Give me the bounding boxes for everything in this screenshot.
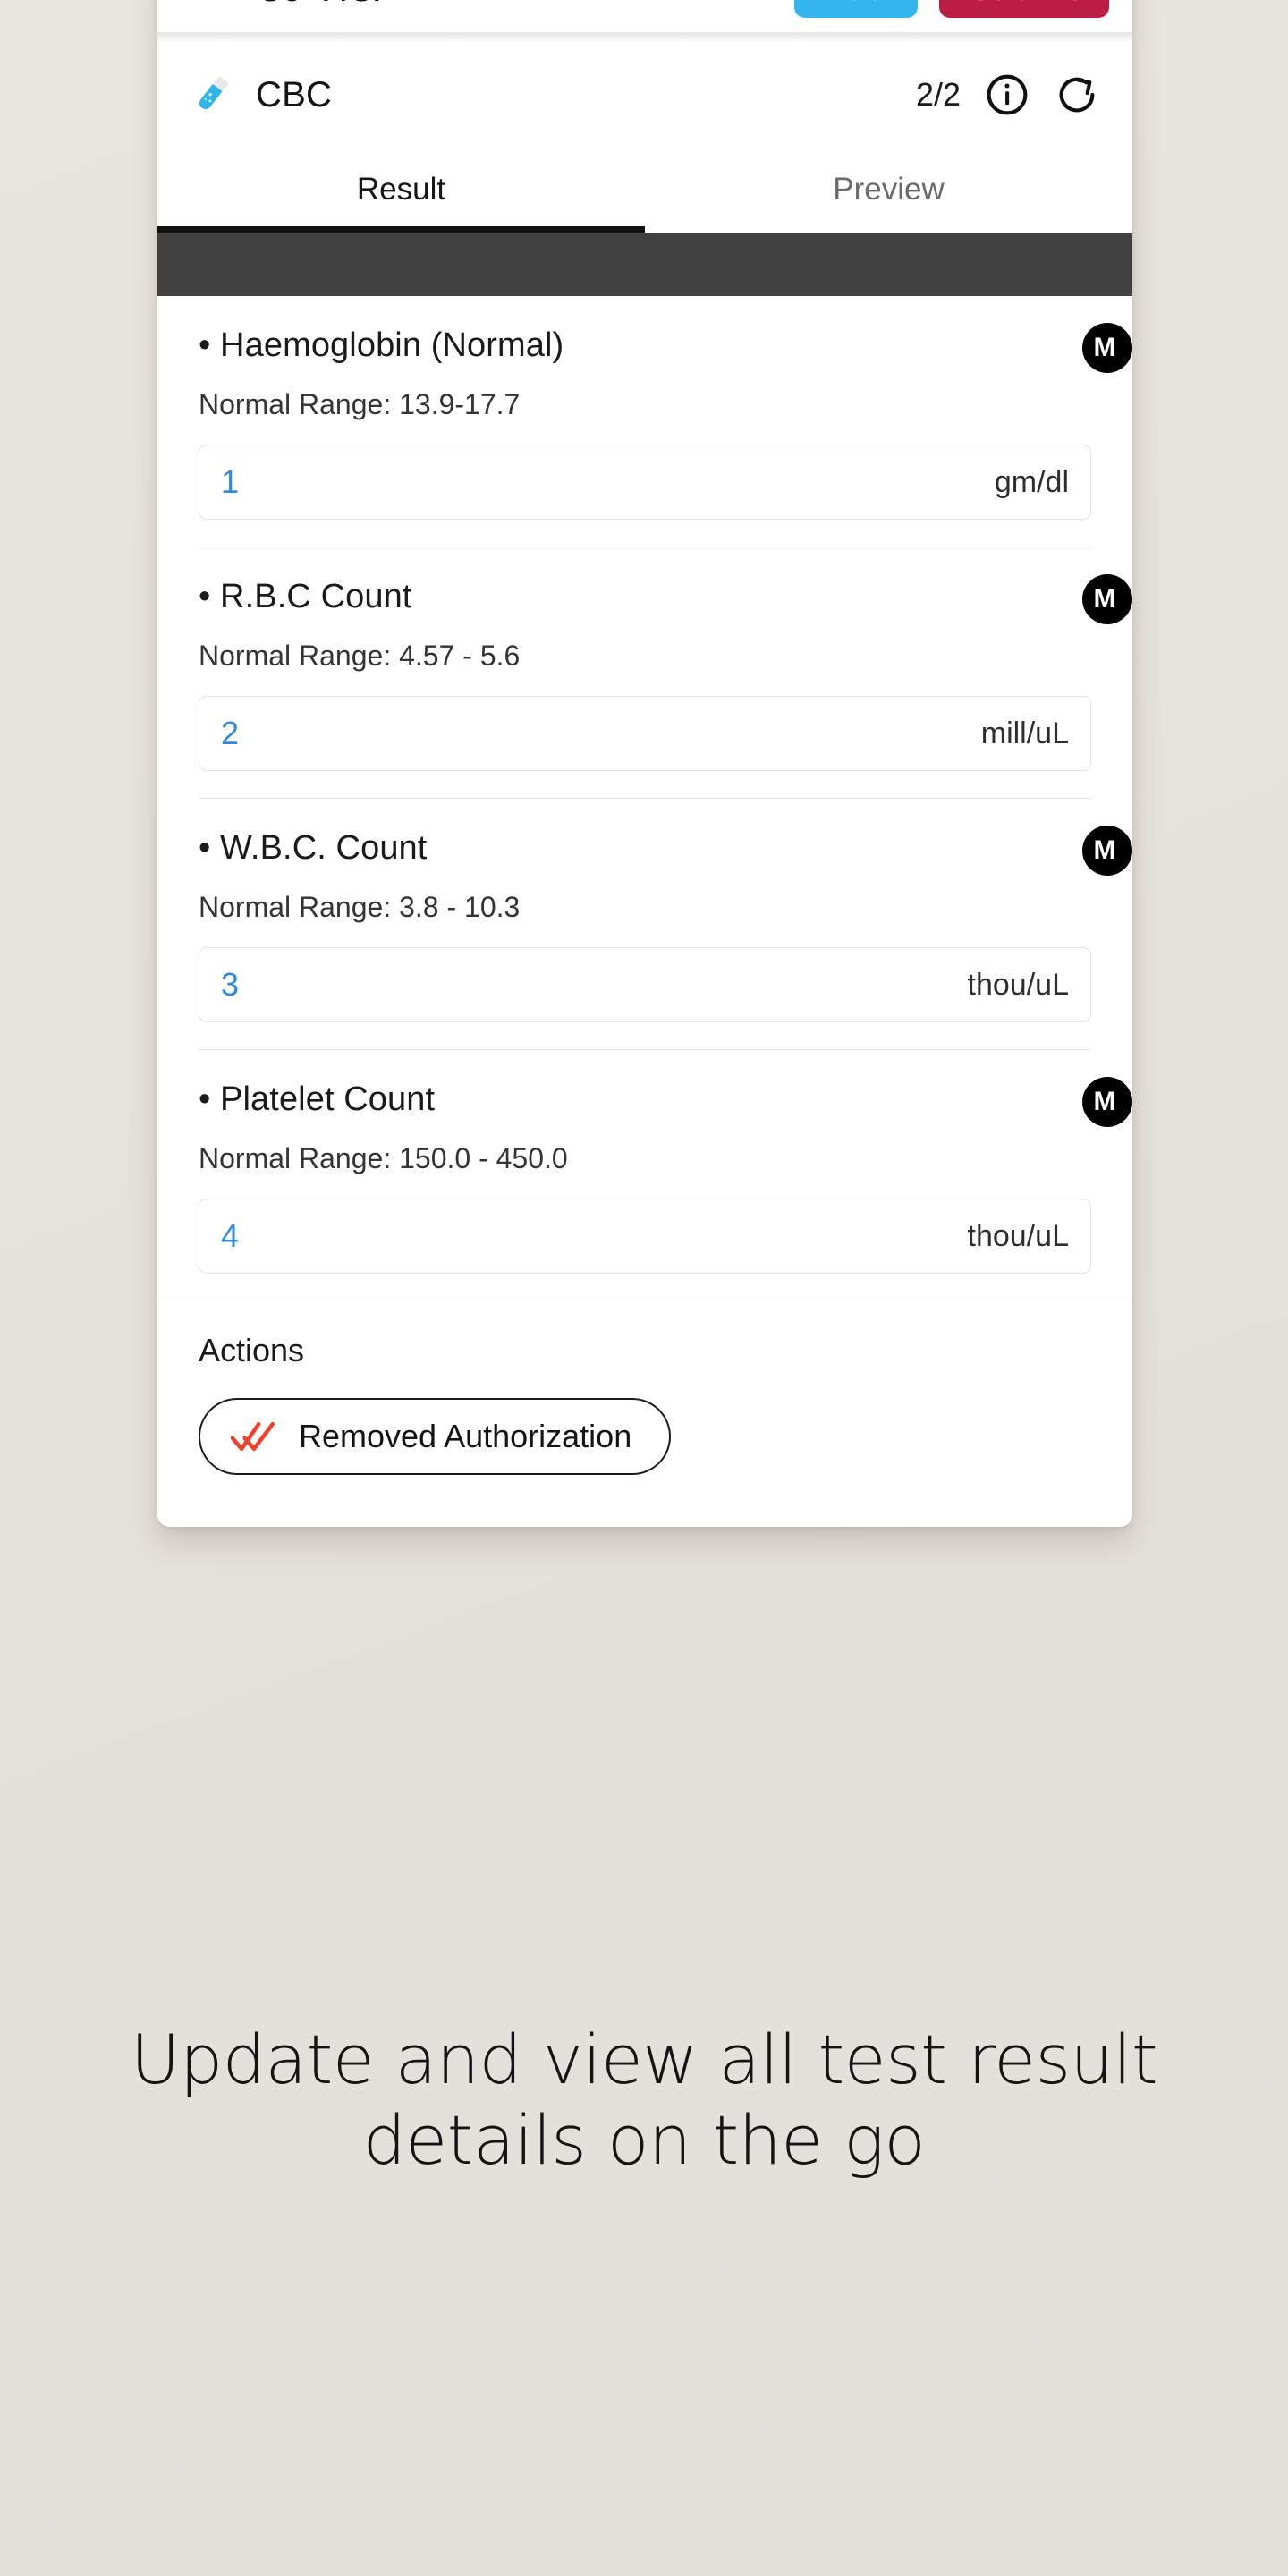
normal-range: Normal Range: 4.57 - 5.6	[199, 640, 521, 672]
result-unit: thou/uL	[967, 1218, 1069, 1253]
result-value: 3	[221, 966, 240, 1003]
test-name: • Haemoglobin (Normal)	[199, 326, 564, 364]
cbc-header-controls: 2/2	[916, 72, 1100, 118]
test-count: 2/2	[915, 76, 961, 113]
status-badge[interactable]: M	[1082, 1077, 1132, 1127]
table-row: • Platelet Count M Normal Range: 150.0 -…	[199, 1050, 1132, 1301]
dark-separator-band	[157, 233, 1132, 296]
secondary-action-button[interactable]: Add	[794, 0, 918, 18]
result-value-input[interactable]: 1 gm/dl	[199, 445, 1091, 520]
removed-authorization-button[interactable]: Removed Authorization	[199, 1398, 672, 1475]
result-value-input[interactable]: 3 thou/uL	[199, 947, 1091, 1022]
result-value: 1	[221, 463, 240, 500]
status-badge[interactable]: M	[1082, 323, 1132, 373]
cbc-card-header: CBC 2/2	[157, 43, 1132, 147]
tab-preview[interactable]: Preview	[645, 147, 1132, 233]
result-value: 2	[221, 715, 240, 751]
refresh-icon[interactable]	[1054, 72, 1100, 118]
result-value-input[interactable]: 2 mill/uL	[199, 696, 1091, 771]
table-row: • Haemoglobin (Normal) M Normal Range: 1…	[199, 296, 1132, 547]
test-name: • Platelet Count	[199, 1080, 436, 1118]
table-row: • W.B.C. Count M Normal Range: 3.8 - 10.…	[199, 799, 1132, 1050]
normal-range: Normal Range: 13.9-17.7	[199, 388, 521, 420]
table-row: • R.B.C Count M Normal Range: 4.57 - 5.6…	[199, 547, 1132, 799]
promo-caption: Update and view all test result details …	[130, 2020, 1158, 2180]
status-badge[interactable]: M	[1082, 574, 1132, 624]
patient-header-bar: ✕ 30 Yrs. Add Submit	[157, 0, 1132, 32]
phone-mockup: ✕ 30 Yrs. Add Submit CBC 2/2	[157, 0, 1132, 1527]
tab-result[interactable]: Result	[157, 147, 645, 233]
result-unit: thou/uL	[967, 967, 1069, 1002]
test-tube-icon	[199, 76, 228, 110]
result-unit: gm/dl	[994, 464, 1069, 499]
cbc-card: CBC 2/2 Result Preview • Haemoglobin (No…	[157, 43, 1132, 1527]
close-icon[interactable]: ✕	[179, 0, 212, 9]
result-value-input[interactable]: 4 thou/uL	[199, 1199, 1091, 1274]
result-value: 4	[221, 1217, 240, 1254]
double-check-icon	[231, 1421, 275, 1452]
normal-range: Normal Range: 3.8 - 10.3	[199, 891, 521, 923]
test-name: • R.B.C Count	[199, 578, 412, 615]
section-divider	[157, 32, 1132, 43]
submit-button[interactable]: Submit	[939, 0, 1109, 18]
cbc-title: CBC	[256, 74, 333, 114]
normal-range: Normal Range: 150.0 - 450.0	[199, 1142, 568, 1174]
result-unit: mill/uL	[980, 716, 1069, 750]
status-badge[interactable]: M	[1082, 826, 1132, 876]
cbc-tabs: Result Preview	[157, 147, 1132, 233]
actions-title: Actions	[199, 1332, 305, 1368]
test-result-list: • Haemoglobin (Normal) M Normal Range: 1…	[157, 296, 1132, 1301]
removed-authorization-label: Removed Authorization	[299, 1418, 632, 1454]
patient-age: 30 Yrs.	[259, 0, 382, 11]
test-name: • W.B.C. Count	[199, 829, 428, 867]
info-circle-icon[interactable]	[984, 72, 1030, 118]
actions-section: Actions Removed Authorization	[157, 1301, 1132, 1527]
patient-header-actions: Add Submit	[794, 0, 1109, 18]
